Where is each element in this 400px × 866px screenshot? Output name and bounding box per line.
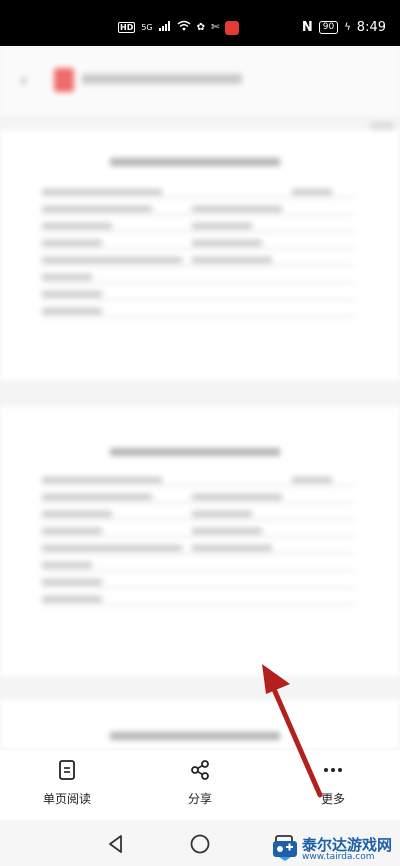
app-notification-icon-2: ✄	[211, 21, 220, 33]
document-page-icon	[22, 758, 112, 784]
status-bar: HD 5G ✿ ✄ N 90 ϟ 8:49	[0, 0, 400, 46]
watermark-name: 泰尔达游戏网	[301, 836, 392, 854]
app-notification-icon: ✿	[196, 21, 206, 33]
charging-icon: ϟ	[344, 22, 351, 33]
status-indicators: HD 5G ✿ ✄	[118, 20, 240, 35]
document-page	[0, 700, 400, 750]
status-right: N 90 ϟ 8:49	[302, 20, 386, 35]
blurred-document: ‹	[0, 46, 400, 750]
wifi-icon	[177, 20, 191, 35]
share-label: 分享	[187, 792, 212, 806]
more-button[interactable]: 更多	[288, 758, 378, 807]
circle-home-icon[interactable]	[188, 832, 212, 856]
watermark-url: www.tairda.com	[301, 852, 375, 862]
watermark: 泰尔达游戏网 www.tairda.com	[272, 838, 392, 862]
page-table-blurred	[42, 474, 354, 610]
document-page	[0, 406, 400, 676]
single-page-read-label: 单页阅读	[42, 792, 91, 806]
document-title-blurred	[82, 74, 242, 84]
battery-level: 90	[318, 21, 339, 34]
document-header: ‹	[0, 46, 400, 116]
signal-icon	[158, 20, 171, 35]
bottom-toolbar: 单页阅读 分享 更多	[0, 750, 400, 820]
single-page-read-button[interactable]: 单页阅读	[22, 758, 112, 807]
back-arrow-icon[interactable]: ‹	[20, 70, 27, 91]
more-label: 更多	[320, 792, 345, 806]
document-app-icon	[54, 68, 74, 92]
hd-indicator: HD	[118, 22, 136, 33]
document-viewer[interactable]: ‹	[0, 46, 400, 750]
page-heading-blurred	[110, 448, 280, 456]
watermark-logo-icon	[272, 841, 297, 861]
network-5g-indicator: 5G	[141, 22, 153, 32]
document-page	[0, 130, 400, 380]
clock: 8:49	[356, 20, 386, 35]
nfc-icon: N	[301, 20, 313, 35]
share-button[interactable]: 分享	[155, 758, 245, 807]
page-table-blurred	[42, 186, 354, 322]
app-notification-red-icon	[225, 20, 240, 35]
triangle-back-icon[interactable]	[104, 832, 128, 856]
page-heading-blurred	[110, 732, 280, 740]
page-heading-blurred	[110, 158, 280, 166]
share-icon	[155, 758, 245, 784]
more-dots-icon	[288, 758, 378, 784]
